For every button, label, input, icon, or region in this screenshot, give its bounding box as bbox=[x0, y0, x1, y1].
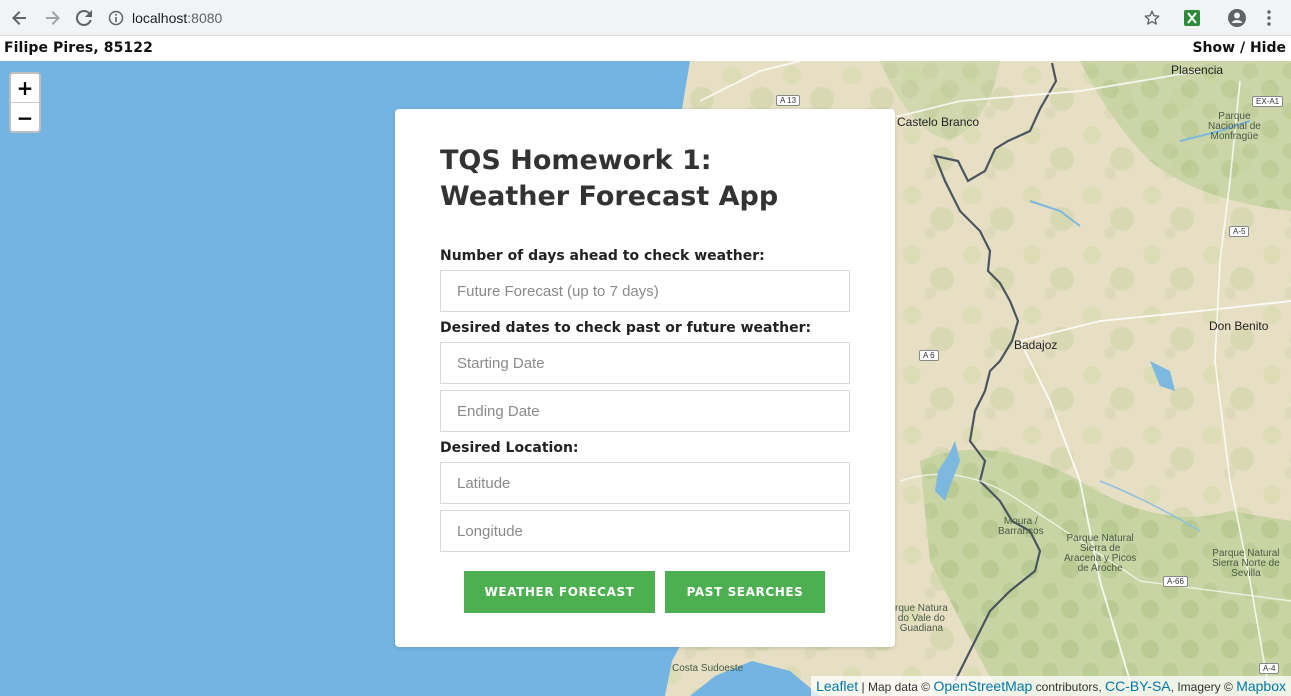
road-shield-exa1: EX-A1 bbox=[1252, 96, 1284, 107]
openstreetmap-link[interactable]: OpenStreetMap bbox=[933, 678, 1032, 694]
forward-arrow-icon bbox=[46, 11, 60, 25]
show-hide-toggle: Show / Hide bbox=[1192, 40, 1286, 56]
dates-label: Desired dates to check past or future we… bbox=[440, 320, 812, 336]
address-bar[interactable]: localhost:8080 bbox=[108, 4, 1138, 32]
days-ahead-input[interactable] bbox=[440, 270, 850, 312]
extension-button[interactable] bbox=[1180, 6, 1204, 30]
url-port: :8080 bbox=[187, 10, 223, 26]
park-label-sierra-norte: Parque Natural Sierra Norte de Sevilla bbox=[1212, 549, 1280, 579]
app-header: Filipe Pires, 85122 Show / Hide bbox=[0, 37, 1291, 61]
title-line-1: TQS Homework 1: bbox=[440, 145, 712, 176]
city-label-plasencia: Plasencia bbox=[1171, 63, 1224, 77]
profile-button[interactable] bbox=[1225, 6, 1249, 30]
park-line: Guadiana bbox=[899, 623, 944, 634]
city-label-moura: Moura / Barrancos bbox=[998, 517, 1044, 537]
extension-icon bbox=[1184, 10, 1200, 26]
location-label: Desired Location: bbox=[440, 440, 579, 456]
account-icon bbox=[1228, 9, 1246, 27]
road-shield-a4: A-4 bbox=[1259, 663, 1280, 674]
barrancos-line: Barrancos bbox=[998, 526, 1044, 537]
mapbox-link[interactable]: Mapbox bbox=[1236, 678, 1286, 694]
author-name: Filipe Pires, 85122 bbox=[4, 40, 153, 56]
road-shield-a6: A 6 bbox=[919, 350, 939, 361]
attribution-text: | Map data © bbox=[858, 680, 934, 694]
park-line: Monfragüe bbox=[1210, 131, 1259, 142]
cc-by-sa-link[interactable]: CC-BY-SA bbox=[1105, 678, 1171, 694]
starting-date-input[interactable] bbox=[440, 342, 850, 384]
info-icon bbox=[108, 10, 124, 26]
back-button[interactable] bbox=[8, 6, 32, 30]
map-attribution: Leaflet | Map data © OpenStreetMap contr… bbox=[811, 676, 1291, 696]
star-icon bbox=[1144, 10, 1160, 25]
longitude-input[interactable] bbox=[440, 510, 850, 552]
url-host: localhost bbox=[132, 10, 188, 26]
weather-forecast-button[interactable]: WEATHER FORECAST bbox=[464, 571, 655, 613]
park-label-aracena: Parque Natural Sierra de Aracena y Picos… bbox=[1064, 534, 1136, 574]
park-line: de Aroche bbox=[1077, 563, 1123, 574]
days-label: Number of days ahead to check weather: bbox=[440, 248, 765, 264]
reload-button[interactable] bbox=[72, 6, 96, 30]
bookmark-star-button[interactable] bbox=[1140, 6, 1164, 30]
park-label-guadiana: rque Natura do Vale do Guadiana bbox=[895, 604, 948, 634]
road-shield-a5: A-5 bbox=[1229, 226, 1250, 237]
kebab-menu-icon bbox=[1267, 10, 1271, 26]
zoom-control: + − bbox=[9, 72, 41, 133]
show-hide-separator: / bbox=[1239, 40, 1246, 56]
forward-button[interactable] bbox=[40, 6, 64, 30]
browser-toolbar: localhost:8080 bbox=[0, 0, 1291, 36]
zoom-in-button[interactable]: + bbox=[11, 74, 39, 103]
forecast-form-card: TQS Homework 1: Weather Forecast App Num… bbox=[395, 109, 895, 647]
ending-date-input[interactable] bbox=[440, 390, 850, 432]
city-label-don-benito: Don Benito bbox=[1209, 319, 1269, 333]
page-title: TQS Homework 1: Weather Forecast App bbox=[440, 143, 860, 215]
attribution-text: , Imagery © bbox=[1170, 680, 1237, 694]
back-arrow-icon bbox=[12, 11, 26, 25]
park-line: Sevilla bbox=[1231, 568, 1261, 579]
place-label-costa-sudoeste: Costa Sudoeste bbox=[672, 663, 744, 674]
city-label-castelo-branco: Castelo Branco bbox=[897, 115, 980, 129]
road-shield-a66: A-66 bbox=[1163, 576, 1188, 587]
attribution-text: contributors, bbox=[1032, 680, 1106, 694]
latitude-input[interactable] bbox=[440, 462, 850, 504]
past-searches-button[interactable]: PAST SEARCHES bbox=[665, 571, 825, 613]
show-link[interactable]: Show bbox=[1192, 40, 1235, 56]
hide-link[interactable]: Hide bbox=[1250, 40, 1286, 56]
leaflet-link[interactable]: Leaflet bbox=[816, 678, 858, 694]
city-label-badajoz: Badajoz bbox=[1014, 338, 1058, 352]
title-line-2: Weather Forecast App bbox=[440, 181, 779, 212]
zoom-out-button[interactable]: − bbox=[11, 103, 39, 132]
reload-icon bbox=[75, 9, 92, 26]
road-shield-a13: A 13 bbox=[776, 95, 801, 106]
menu-button[interactable] bbox=[1257, 6, 1281, 30]
park-label-monfrague: Parque Nacional de Monfragüe bbox=[1208, 112, 1261, 142]
